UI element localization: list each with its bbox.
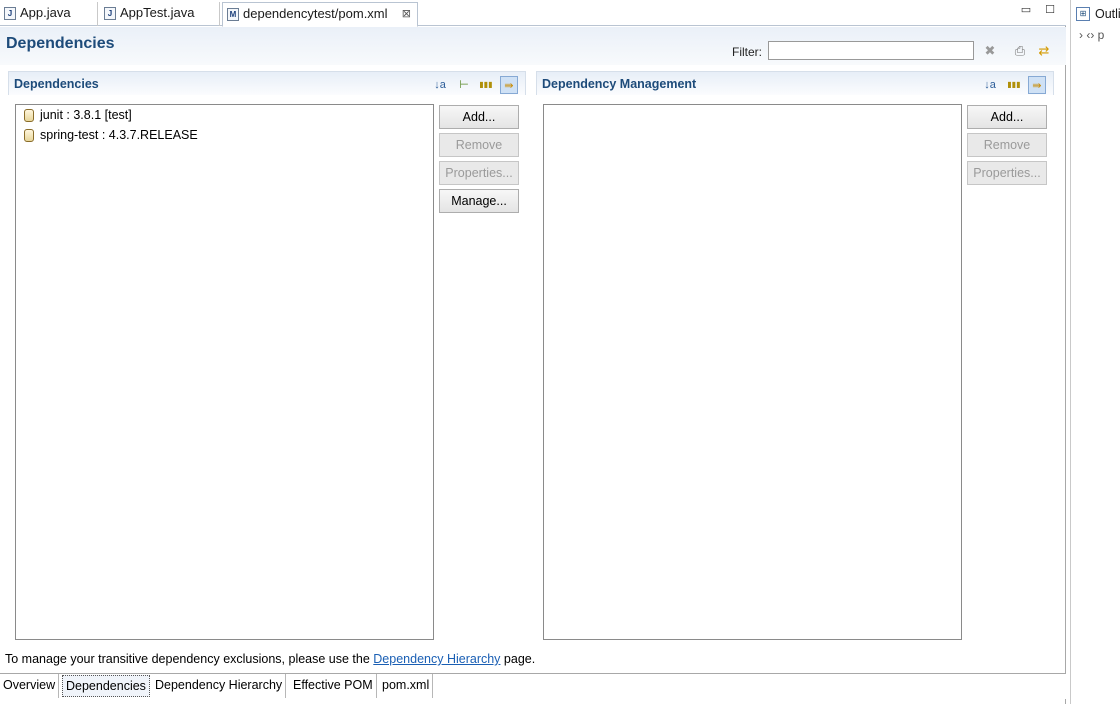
jar-icon	[24, 129, 34, 142]
columns-icon[interactable]: ▮▮▮	[477, 76, 495, 94]
hierarchy-icon[interactable]: ⊢	[455, 76, 473, 94]
tab-label: App.java	[20, 5, 71, 20]
dependency-label: junit : 3.8.1 [test]	[40, 108, 132, 122]
outline-view: ⊞ Outline › ‹› p	[1070, 0, 1120, 704]
dependency-management-section-header: Dependency Management ↓a ▮▮▮ ⇛	[536, 71, 1054, 95]
filter-toggle-icon[interactable]: ⇛	[1028, 76, 1046, 94]
dependency-properties-button[interactable]: Properties...	[439, 161, 519, 185]
dependency-management-section: Dependency Management ↓a ▮▮▮ ⇛ Add... Re…	[536, 71, 1056, 643]
add-managed-dependency-button[interactable]: Add...	[967, 105, 1047, 129]
exclusions-hint: To manage your transitive dependency exc…	[5, 652, 535, 666]
manage-dependencies-button[interactable]: Manage...	[439, 189, 519, 213]
close-tab-icon[interactable]: ⊠	[402, 3, 411, 25]
remove-managed-dependency-button[interactable]: Remove	[967, 133, 1047, 157]
tab-app-java[interactable]: J App.java	[0, 2, 98, 26]
dependencies-list[interactable]: junit : 3.8.1 [test] spring-test : 4.3.7…	[15, 104, 434, 640]
tab-dependency-hierarchy[interactable]: Dependency Hierarchy	[152, 674, 287, 698]
columns-icon[interactable]: ▮▮▮	[1005, 76, 1023, 94]
tab-label: dependencytest/pom.xml	[243, 6, 388, 21]
editor-page-tabs: Overview Dependencies Dependency Hierarc…	[0, 673, 1066, 699]
sort-alpha-icon[interactable]: ↓a	[431, 76, 449, 94]
outline-tab-label: Outline	[1095, 7, 1120, 21]
outline-item-label: p	[1097, 28, 1105, 42]
outline-icon: ⊞	[1076, 7, 1090, 21]
maven-pom-icon: M	[227, 8, 239, 21]
expand-chevron-icon: › ‹›	[1079, 28, 1095, 42]
tab-outline[interactable]: ⊞ Outline	[1073, 3, 1120, 25]
dependency-hierarchy-link[interactable]: Dependency Hierarchy	[373, 652, 500, 666]
tab-apptest-java[interactable]: J AppTest.java	[100, 2, 220, 26]
tab-effective-pom[interactable]: Effective POM	[290, 674, 377, 698]
dependencies-section-header: Dependencies ↓a ⊢ ▮▮▮ ⇛	[8, 71, 526, 95]
tab-label: AppTest.java	[120, 5, 195, 20]
tab-pom-xml-source[interactable]: pom.xml	[379, 674, 434, 698]
page-title: Dependencies	[6, 35, 115, 52]
jar-icon	[24, 109, 34, 122]
list-item[interactable]: spring-test : 4.3.7.RELEASE	[16, 125, 433, 145]
tab-dependencies[interactable]: Dependencies	[62, 675, 150, 697]
dependencies-section-title: Dependencies	[14, 77, 99, 91]
list-item[interactable]: junit : 3.8.1 [test]	[16, 105, 433, 125]
effective-pom-icon[interactable]: ⎙	[1012, 43, 1028, 59]
dependencies-section: Dependencies ↓a ⊢ ▮▮▮ ⇛ junit : 3.8.1 [t…	[8, 71, 528, 643]
editor-tabbar: J App.java J AppTest.java M dependencyte…	[0, 0, 1066, 27]
form-header: Dependencies Filter: ✖ ⎙ ⇄	[0, 27, 1066, 65]
filter-input[interactable]	[768, 41, 974, 60]
filter-label: Filter:	[732, 45, 762, 59]
java-file-icon: J	[104, 7, 116, 20]
pom-editor: J App.java J AppTest.java M dependencyte…	[0, 0, 1066, 704]
dependency-management-section-title: Dependency Management	[542, 77, 697, 91]
add-dependency-button[interactable]: Add...	[439, 105, 519, 129]
sort-alpha-icon[interactable]: ↓a	[981, 76, 999, 94]
filter-toggle-icon[interactable]: ⇛	[500, 76, 518, 94]
outline-tree-item[interactable]: › ‹› p	[1079, 28, 1104, 42]
java-file-icon: J	[4, 7, 16, 20]
minimize-icon[interactable]: ▭	[1020, 4, 1032, 16]
maximize-icon[interactable]: ☐	[1044, 4, 1056, 16]
remove-dependency-button[interactable]: Remove	[439, 133, 519, 157]
dependency-label: spring-test : 4.3.7.RELEASE	[40, 128, 198, 142]
sync-icon[interactable]: ⇄	[1036, 43, 1052, 59]
hint-suffix: page.	[500, 652, 536, 666]
hint-prefix: To manage your transitive dependency exc…	[5, 652, 374, 666]
managed-dependencies-list[interactable]	[543, 104, 962, 640]
tab-overview[interactable]: Overview	[0, 674, 60, 698]
managed-dependency-properties-button[interactable]: Properties...	[967, 161, 1047, 185]
tab-pom-xml[interactable]: M dependencytest/pom.xml ⊠	[222, 2, 418, 27]
clear-filter-icon[interactable]: ✖	[982, 43, 998, 59]
